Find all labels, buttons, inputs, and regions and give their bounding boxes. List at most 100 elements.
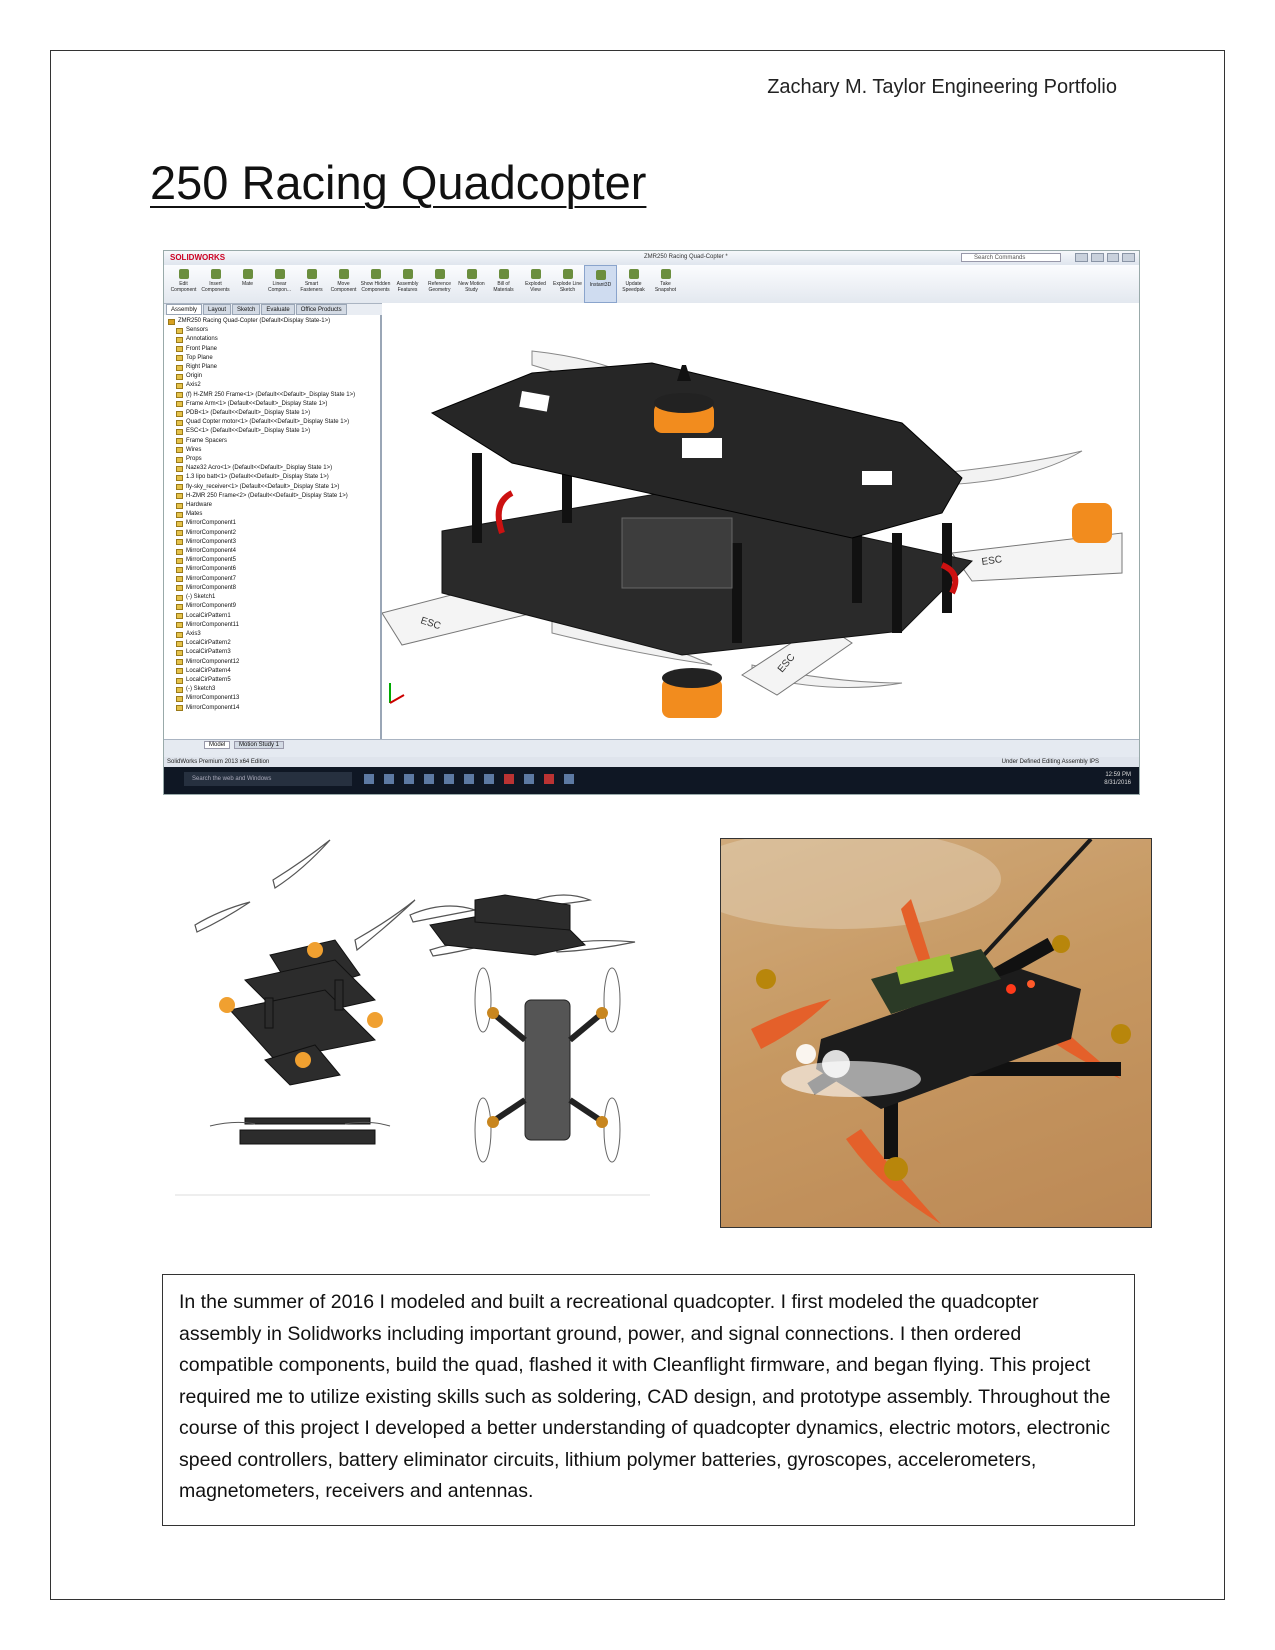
tree-item[interactable]: MirrorComponent3 (166, 538, 380, 547)
tab-evaluate[interactable]: Evaluate (261, 304, 295, 315)
tree-item[interactable]: Props (166, 455, 380, 464)
ribbon-button-assembly-features[interactable]: Assembly Features (392, 265, 423, 303)
tree-item[interactable]: Sensors (166, 326, 380, 335)
tab-assembly[interactable]: Assembly (166, 304, 203, 315)
ribbon-button-label: Exploded View (525, 281, 546, 293)
tree-item-label: LocalCirPattern1 (186, 612, 231, 619)
tree-item[interactable]: Front Plane (166, 345, 380, 354)
tree-item-icon (176, 373, 183, 380)
tree-item[interactable]: Naze32 Acro<1> (Default<<Default>_Displa… (166, 464, 380, 473)
tree-item[interactable]: LocalCirPattern5 (166, 676, 380, 685)
tab-layout[interactable]: Layout (203, 304, 232, 315)
ribbon-button-label: Bill of Materials (493, 281, 514, 293)
tree-item-label: Frame Arm<1> (Default<<Default>_Display … (186, 400, 328, 407)
tree-item[interactable]: Hardware (166, 501, 380, 510)
tree-item[interactable]: Right Plane (166, 363, 380, 372)
tree-item-icon (176, 530, 183, 537)
ribbon-icon (210, 269, 221, 279)
tree-item[interactable]: PDB<1> (Default<<Default>_Display State … (166, 409, 380, 418)
tree-item-label: Mates (186, 511, 203, 518)
tab-office-products[interactable]: Office Products (295, 304, 347, 315)
ribbon-button-edit-component[interactable]: Edit Component (168, 265, 199, 303)
ribbon-button-instant3d[interactable]: Instant3D (584, 265, 617, 303)
tree-item[interactable]: Mates (166, 510, 380, 519)
tree-item[interactable]: LocalCirPattern2 (166, 639, 380, 648)
ribbon-button-exploded-view[interactable]: Exploded View (520, 265, 551, 303)
tab-motion-study[interactable]: Motion Study 1 (234, 741, 285, 749)
ribbon-button-show-hidden-components[interactable]: Show Hidden Components (360, 265, 391, 303)
tree-item-label: ZMR250 Racing Quad-Copter (Default<Displ… (178, 318, 331, 324)
tree-item-label: fly-sky_receiver<1> (Default<<Default>_D… (186, 483, 340, 490)
tree-item[interactable]: LocalCirPattern1 (166, 612, 380, 621)
ribbon-button-new-motion-study[interactable]: New Motion Study (456, 265, 487, 303)
tree-item[interactable]: Axis3 (166, 630, 380, 639)
tree-item-label: MirrorComponent2 (186, 529, 237, 536)
ribbon-button-reference-geometry[interactable]: Reference Geometry (424, 265, 455, 303)
ribbon-button-bill-of-materials[interactable]: Bill of Materials (488, 265, 519, 303)
tree-item[interactable]: ESC<1> (Default<<Default>_Display State … (166, 427, 380, 436)
tree-item-label: MirrorComponent6 (186, 566, 237, 573)
ribbon-button-move-component[interactable]: Move Component (328, 265, 359, 303)
ribbon-button-explode-line-sketch[interactable]: Explode Line Sketch (552, 265, 583, 303)
tab-model[interactable]: Model (204, 741, 231, 749)
ribbon-button-label: Assembly Features (396, 281, 419, 293)
tree-item[interactable]: LocalCirPattern3 (166, 648, 380, 657)
tree-item[interactable]: Wires (166, 446, 380, 455)
tree-item[interactable]: MirrorComponent14 (166, 704, 380, 713)
sw-search-input[interactable]: Search Commands (961, 253, 1061, 262)
tree-item[interactable]: (-) Sketch1 (166, 593, 380, 602)
model-viewport[interactable]: ESC ESC ESC (382, 303, 1139, 739)
ribbon-icon (242, 269, 253, 279)
tree-item[interactable]: Origin (166, 372, 380, 381)
tree-item[interactable]: LocalCirPattern4 (166, 667, 380, 676)
tree-item-label: Hardware (186, 502, 213, 509)
tree-item-icon (176, 521, 183, 528)
sw-window-buttons[interactable] (1075, 253, 1135, 262)
taskbar-icons[interactable] (364, 774, 574, 784)
tree-item[interactable]: MirrorComponent7 (166, 575, 380, 584)
ribbon-icon (306, 269, 317, 279)
tree-item[interactable]: MirrorComponent13 (166, 694, 380, 703)
tree-item[interactable]: MirrorComponent11 (166, 621, 380, 630)
tree-item-icon (176, 502, 183, 509)
taskbar-search-input[interactable]: Search the web and Windows (184, 772, 352, 786)
tree-item-icon (168, 318, 175, 325)
tree-item[interactable]: Frame Arm<1> (Default<<Default>_Display … (166, 400, 380, 409)
ribbon-button-label: Move Component (330, 281, 357, 293)
tree-item[interactable]: (f) H-ZMR 250 Frame<1> (Default<<Default… (166, 391, 380, 400)
tree-item-icon (176, 447, 183, 454)
tree-item[interactable]: Frame Spacers (166, 437, 380, 446)
tree-item[interactable]: MirrorComponent8 (166, 584, 380, 593)
tree-item[interactable]: fly-sky_receiver<1> (Default<<Default>_D… (166, 483, 380, 492)
quadcopter-3d-model: ESC ESC ESC (382, 350, 1123, 718)
tree-item[interactable]: MirrorComponent4 (166, 547, 380, 556)
tree-item[interactable]: MirrorComponent1 (166, 519, 380, 528)
tree-item[interactable]: 1.3 lipo batt<1> (Default<<Default>_Disp… (166, 473, 380, 482)
tree-item-icon (176, 631, 183, 638)
tree-item[interactable]: (-) Sketch3 (166, 685, 380, 694)
tree-item[interactable]: Annotations (166, 335, 380, 344)
tree-item[interactable]: MirrorComponent2 (166, 529, 380, 538)
tree-item[interactable]: Axis2 (166, 381, 380, 390)
ribbon-button-smart-fasteners[interactable]: Smart Fasteners (296, 265, 327, 303)
tree-item-icon (176, 392, 183, 399)
tab-sketch[interactable]: Sketch (232, 304, 261, 315)
ribbon-button-update-speedpak[interactable]: Update Speedpak (618, 265, 649, 303)
ribbon-button-mate[interactable]: Mate (232, 265, 263, 303)
ribbon-button-label: New Motion Study (458, 281, 485, 293)
ribbon-button-insert-components[interactable]: Insert Components (200, 265, 231, 303)
tree-item[interactable]: H-ZMR 250 Frame<2> (Default<<Default>_Di… (166, 492, 380, 501)
tree-item[interactable]: MirrorComponent9 (166, 602, 380, 611)
ribbon-button-take-snapshot[interactable]: Take Snapshot (650, 265, 681, 303)
tree-item[interactable]: MirrorComponent6 (166, 565, 380, 574)
tree-item[interactable]: ZMR250 Racing Quad-Copter (Default<Displ… (166, 317, 380, 326)
tree-item-icon (176, 419, 183, 426)
tree-item[interactable]: Top Plane (166, 354, 380, 363)
tree-item[interactable]: MirrorComponent5 (166, 556, 380, 565)
sw-document-title: ZMR250 Racing Quad-Copter * (644, 254, 728, 260)
tree-item-label: (f) H-ZMR 250 Frame<1> (Default<<Default… (186, 391, 356, 398)
tree-item-label: MirrorComponent11 (186, 621, 239, 628)
ribbon-button-linear-compon[interactable]: Linear Compon... (264, 265, 295, 303)
tree-item[interactable]: MirrorComponent12 (166, 658, 380, 667)
tree-item[interactable]: Quad Copter motor<1> (Default<<Default>_… (166, 418, 380, 427)
